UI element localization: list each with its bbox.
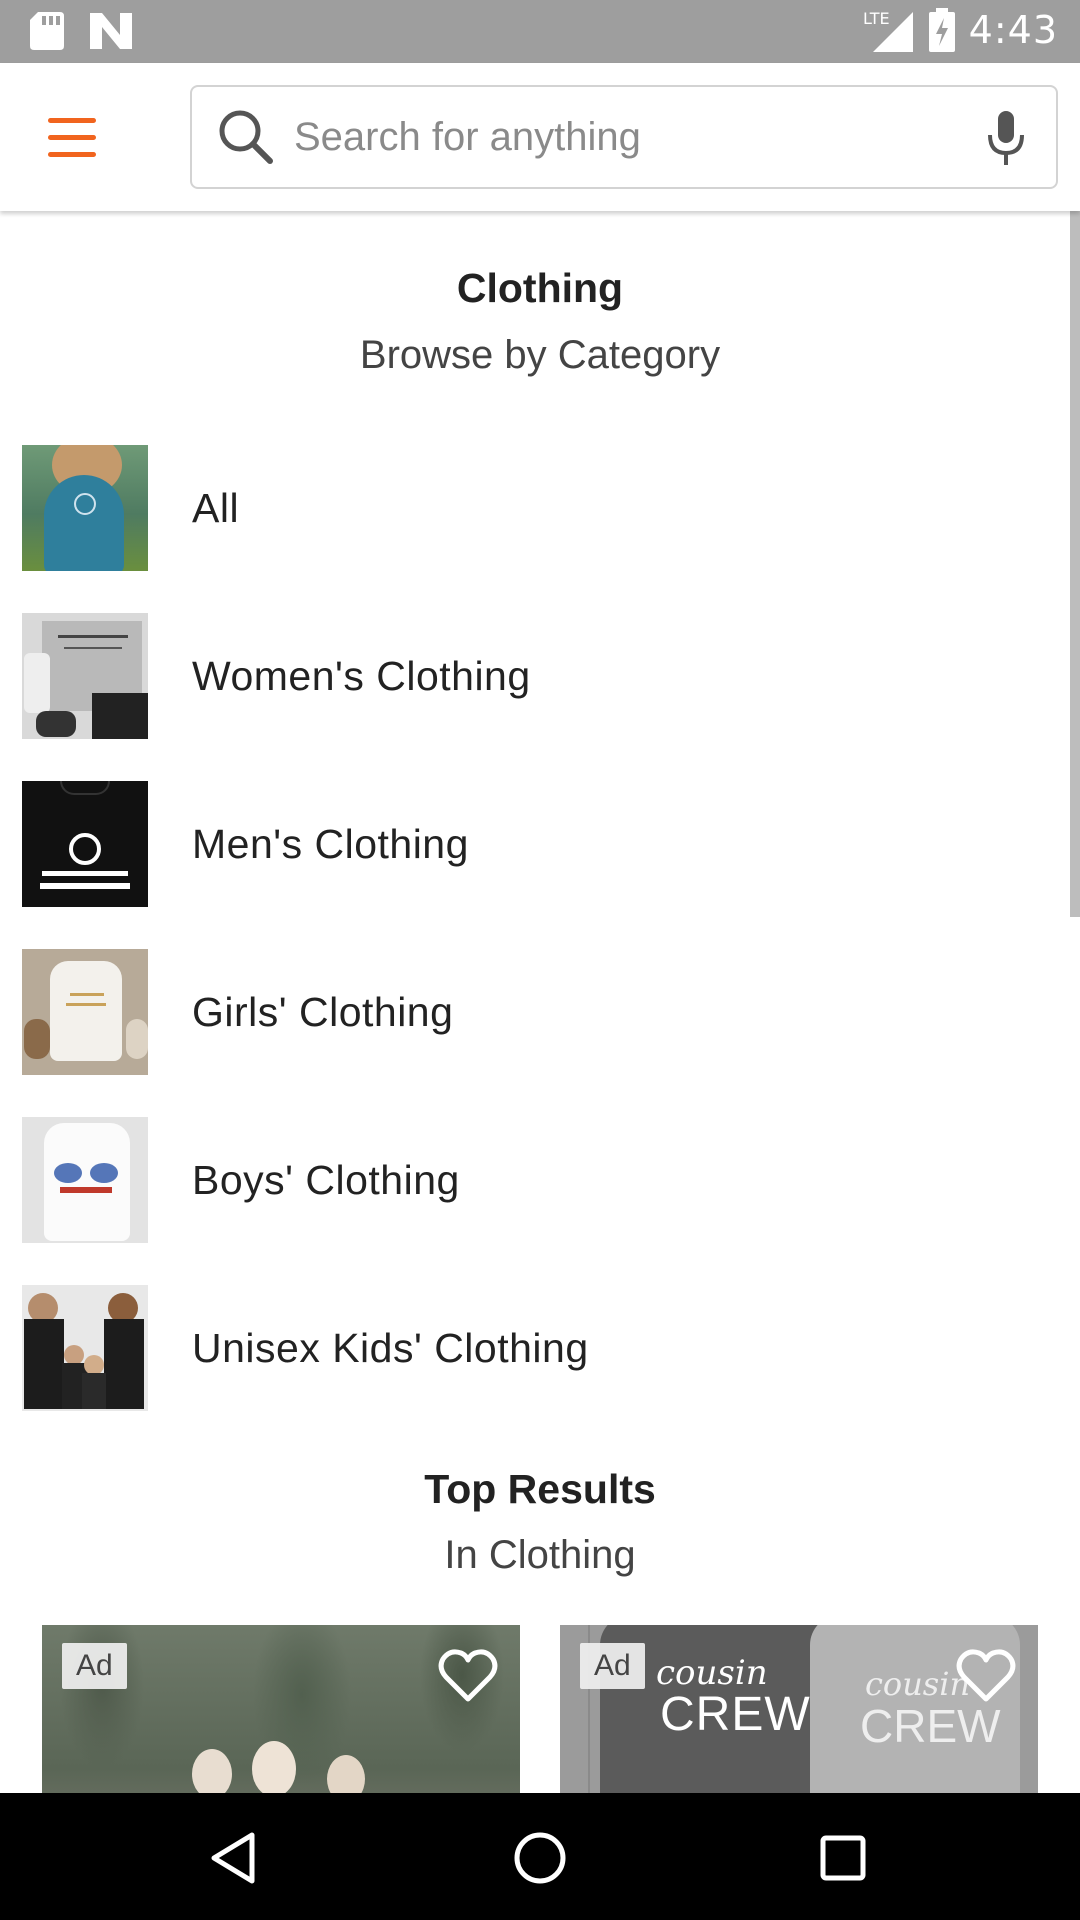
category-label: Girls' Clothing	[192, 988, 454, 1035]
main-content[interactable]: Clothing Browse by Category All Women's …	[0, 211, 1080, 1793]
status-bar: LTE 4:43	[0, 0, 1080, 63]
category-label: Boys' Clothing	[192, 1156, 460, 1203]
category-thumbnail	[22, 781, 148, 907]
category-item-boys-clothing[interactable]: Boys' Clothing	[22, 1096, 1042, 1264]
sd-card-icon	[30, 12, 64, 50]
back-icon[interactable]	[200, 1823, 270, 1893]
category-item-all[interactable]: All	[22, 424, 1042, 592]
hamburger-menu-icon[interactable]	[30, 99, 116, 175]
recents-icon[interactable]	[808, 1823, 878, 1893]
category-item-unisex-kids-clothing[interactable]: Unisex Kids' Clothing	[22, 1264, 1042, 1432]
heart-icon[interactable]	[956, 1647, 1016, 1703]
system-navigation-bar	[0, 1793, 1080, 1920]
category-title: Clothing	[456, 265, 624, 311]
listing-card[interactable]: cousin CREW cousin CREW Ad	[560, 1625, 1038, 1793]
shirt-text: cousin	[865, 1665, 971, 1703]
category-item-girls-clothing[interactable]: Girls' Clothing	[22, 928, 1042, 1096]
ad-badge: Ad	[62, 1643, 127, 1689]
category-label: Men's Clothing	[192, 820, 469, 867]
svg-text:LTE: LTE	[863, 9, 890, 28]
n-notification-icon	[90, 13, 132, 49]
category-thumbnail	[22, 1117, 148, 1243]
ad-badge: Ad	[580, 1643, 645, 1689]
home-icon[interactable]	[505, 1823, 575, 1893]
search-input[interactable]	[294, 109, 934, 165]
category-thumbnail	[22, 949, 148, 1075]
scrollbar[interactable]	[1070, 211, 1080, 917]
search-bar[interactable]	[190, 85, 1058, 189]
category-label: All	[192, 484, 240, 531]
battery-charging-icon	[928, 8, 955, 52]
app-bar	[0, 63, 1080, 211]
category-item-womens-clothing[interactable]: Women's Clothing	[22, 592, 1042, 760]
search-icon	[219, 110, 273, 164]
results-subtitle: In Clothing	[444, 1533, 636, 1577]
results-title: Top Results	[424, 1466, 656, 1512]
heart-icon[interactable]	[438, 1647, 498, 1703]
microphone-icon[interactable]	[984, 111, 1028, 167]
category-thumbnail	[22, 1285, 148, 1411]
category-thumbnail	[22, 613, 148, 739]
listing-card[interactable]: Ad	[42, 1625, 520, 1793]
shirt-text: CREW	[660, 1688, 811, 1741]
category-item-mens-clothing[interactable]: Men's Clothing	[22, 760, 1042, 928]
category-subtitle: Browse by Category	[359, 333, 721, 377]
category-label: Unisex Kids' Clothing	[192, 1324, 589, 1371]
status-time: 4:43	[968, 8, 1058, 52]
category-thumbnail	[22, 445, 148, 571]
signal-icon: LTE	[863, 9, 913, 52]
category-list: All Women's Clothing Men's Clothing Girl…	[22, 424, 1042, 1432]
category-label: Women's Clothing	[192, 652, 531, 699]
shirt-text: CREW	[860, 1700, 1001, 1752]
